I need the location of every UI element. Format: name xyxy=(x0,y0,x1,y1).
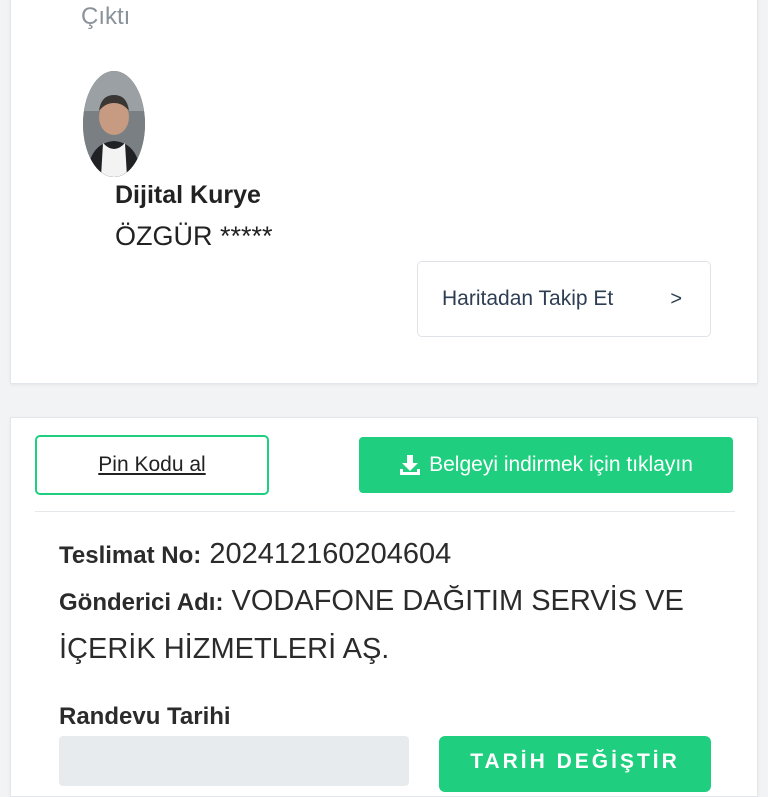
divider xyxy=(35,511,735,512)
chevron-right-icon: > xyxy=(670,287,682,310)
track-on-map-label: Haritadan Takip Et xyxy=(442,287,614,310)
download-icon xyxy=(400,455,421,475)
download-document-label: Belgeyi indirmek için tıklayın xyxy=(429,453,693,476)
track-on-map-button[interactable]: Haritadan Takip Et > xyxy=(417,261,711,337)
sender-name-row: Gönderici Adı: VODAFONE DAĞITIM SERVİS V… xyxy=(59,578,699,672)
sender-name-label: Gönderici Adı: xyxy=(59,589,224,616)
delivery-number-row: Teslimat No: 202412160204604 xyxy=(59,531,451,579)
get-pin-code-button[interactable]: Pin Kodu al xyxy=(35,435,269,495)
appointment-date-label: Randevu Tarihi xyxy=(59,703,231,730)
change-date-label: TARİH DEĞİŞTİR xyxy=(470,750,680,773)
courier-card: Çıktı Dijital Kurye ÖZGÜR ***** Haritada… xyxy=(10,0,758,384)
appointment-date-field[interactable] xyxy=(59,736,409,786)
delivery-status: Çıktı xyxy=(81,3,131,30)
person-photo-icon xyxy=(83,71,145,177)
delivery-number-value: 202412160204604 xyxy=(209,538,452,570)
get-pin-code-label: Pin Kodu al xyxy=(98,453,206,476)
download-document-button[interactable]: Belgeyi indirmek için tıklayın xyxy=(359,437,733,493)
delivery-number-label: Teslimat No: xyxy=(59,542,202,569)
courier-title: Dijital Kurye xyxy=(115,181,261,209)
courier-name: ÖZGÜR ***** xyxy=(115,221,273,251)
courier-avatar xyxy=(83,71,145,177)
delivery-details-card: Pin Kodu al Belgeyi indirmek için tıklay… xyxy=(10,417,758,797)
change-date-button[interactable]: TARİH DEĞİŞTİR xyxy=(439,736,711,792)
